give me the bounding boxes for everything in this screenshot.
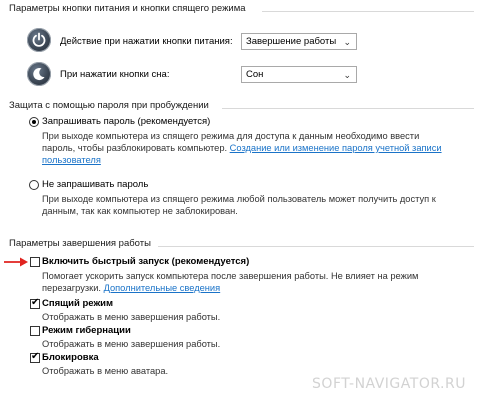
sleep-mode-description: Отображать в меню завершения работы. [42, 312, 221, 322]
require-password-desc-text: пароль, чтобы разблокировать компьютер. [42, 143, 230, 153]
sleep-button-action-label: При нажатии кнопки сна: [60, 69, 170, 80]
create-password-link[interactable]: Создание или изменение пароля учетной за… [230, 143, 442, 153]
fast-startup-desc-line2: перезагрузки. Дополнительные сведения [42, 282, 418, 294]
power-buttons-section-title: Параметры кнопки питания и кнопки спящег… [9, 3, 246, 14]
create-password-link-cont[interactable]: пользователя [42, 154, 442, 166]
section-divider [222, 108, 474, 109]
password-section-title: Защита с помощью пароля при пробуждении [9, 100, 209, 111]
require-password-desc-line1: При выходе компьютера из спящего режима … [42, 131, 420, 141]
sleep-mode-checkbox[interactable] [30, 297, 40, 309]
no-password-desc-line2: данным, так как компьютер не заблокирова… [42, 206, 238, 216]
fast-startup-label[interactable]: Включить быстрый запуск (рекомендуется) [42, 256, 249, 267]
sleep-mode-label[interactable]: Спящий режим [42, 298, 113, 309]
section-divider [262, 11, 474, 12]
lock-label[interactable]: Блокировка [42, 352, 99, 363]
section-divider [158, 246, 474, 247]
no-password-radio[interactable] [29, 180, 39, 190]
require-password-description: При выходе компьютера из спящего режима … [42, 130, 442, 166]
red-arrow-icon [4, 257, 28, 267]
hibernate-description: Отображать в меню завершения работы. [42, 339, 221, 349]
fast-startup-checkbox[interactable] [30, 257, 40, 267]
power-button-action-select[interactable]: Завершение работы ⌄ [241, 33, 357, 50]
watermark: SOFT-NAVIGATOR.RU [312, 376, 466, 392]
chevron-down-icon: ⌄ [343, 70, 351, 80]
require-password-label[interactable]: Запрашивать пароль (рекомендуется) [42, 116, 210, 127]
no-password-description: При выходе компьютера из спящего режима … [42, 193, 436, 217]
moon-icon [27, 62, 51, 86]
hibernate-checkbox[interactable] [30, 326, 40, 336]
sleep-button-action-select[interactable]: Сон ⌄ [241, 66, 357, 83]
fast-startup-desc-text: перезагрузки. [42, 283, 104, 293]
chevron-down-icon: ⌄ [343, 37, 351, 47]
fast-startup-desc-line1: Помогает ускорить запуск компьютера посл… [42, 271, 419, 281]
require-password-radio[interactable] [29, 117, 39, 127]
sleep-button-action-value: Сон [246, 69, 264, 80]
hibernate-label[interactable]: Режим гибернации [42, 325, 131, 336]
power-button-action-value: Завершение работы [246, 36, 337, 47]
lock-description: Отображать в меню аватара. [42, 366, 169, 376]
shutdown-section-title: Параметры завершения работы [9, 238, 151, 249]
require-password-desc-line2: пароль, чтобы разблокировать компьютер. … [42, 142, 442, 154]
more-info-link[interactable]: Дополнительные сведения [104, 283, 221, 293]
power-button-icon [27, 28, 51, 52]
power-button-action-label: Действие при нажатии кнопки питания: [60, 36, 233, 47]
lock-checkbox[interactable] [30, 351, 40, 363]
no-password-desc-line1: При выходе компьютера из спящего режима … [42, 194, 436, 204]
fast-startup-description: Помогает ускорить запуск компьютера посл… [42, 270, 418, 294]
no-password-label[interactable]: Не запрашивать пароль [42, 179, 148, 190]
